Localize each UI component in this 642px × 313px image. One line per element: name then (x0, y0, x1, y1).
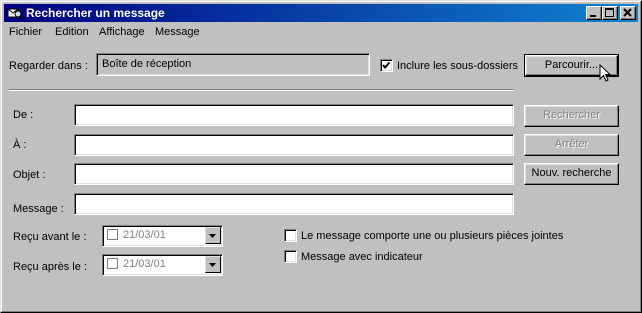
maximize-button[interactable] (602, 6, 618, 20)
new-search-button-label: Nouv. recherche (531, 167, 612, 179)
look-in-field: Boîte de réception (96, 53, 370, 76)
find-message-window: Rechercher un message Fichier Edition Af… (0, 0, 642, 313)
received-before-dropdown-button[interactable] (205, 227, 221, 244)
to-input[interactable] (74, 134, 514, 156)
search-button-label: Rechercher (543, 109, 600, 121)
new-search-button[interactable]: Nouv. recherche (524, 163, 619, 185)
include-subfolders-label[interactable]: Inclure les sous-dossiers (397, 60, 518, 72)
window-title: Rechercher un message (26, 6, 165, 20)
received-before-date-picker[interactable]: 21/03/01 (102, 225, 223, 247)
received-before-label: Reçu avant le : (13, 231, 87, 243)
subject-label: Objet : (13, 169, 46, 181)
received-after-label: Reçu après le : (13, 261, 87, 273)
flagged-checkbox[interactable] (284, 250, 297, 263)
minimize-icon (590, 15, 596, 17)
stop-button-label: Arrêter (554, 138, 589, 150)
include-subfolders-checkbox[interactable] (380, 59, 393, 72)
window-frame (1, 1, 641, 312)
look-in-label: Regarder dans : (9, 60, 88, 72)
from-input[interactable] (74, 104, 514, 126)
search-button[interactable]: Rechercher (524, 105, 619, 127)
maximize-icon (605, 8, 614, 17)
menu-message[interactable]: Message (155, 26, 200, 38)
checkmark-icon (382, 61, 391, 70)
received-after-value: 21/03/01 (123, 258, 166, 270)
menu-bar: Fichier Edition Affichage Message (4, 23, 638, 41)
title-bar[interactable]: Rechercher un message (4, 4, 638, 22)
received-after-checkbox[interactable] (107, 258, 118, 269)
menu-affichage[interactable]: Affichage (99, 26, 145, 38)
received-after-date-picker[interactable]: 21/03/01 (102, 254, 223, 276)
chevron-down-icon (209, 234, 216, 238)
attachments-checkbox[interactable] (284, 229, 297, 242)
received-before-checkbox[interactable] (107, 229, 118, 240)
separator (9, 89, 514, 91)
browse-button-label: Parcourir... (544, 59, 599, 71)
attachments-label[interactable]: Le message comporte une ou plusieurs piè… (301, 230, 563, 242)
chevron-down-icon (209, 263, 216, 267)
message-label: Message : (13, 203, 64, 215)
close-button[interactable] (620, 6, 636, 20)
subject-input[interactable] (74, 163, 514, 185)
flagged-label[interactable]: Message avec indicateur (301, 251, 423, 263)
mouse-cursor-icon (599, 64, 612, 82)
minimize-button[interactable] (586, 6, 602, 20)
close-icon (623, 8, 632, 17)
received-after-dropdown-button[interactable] (205, 256, 221, 273)
menu-edition[interactable]: Edition (55, 26, 89, 38)
received-before-value: 21/03/01 (123, 229, 166, 241)
stop-button[interactable]: Arrêter (524, 134, 619, 156)
message-input[interactable] (74, 193, 514, 215)
look-in-value: Boîte de réception (102, 58, 192, 70)
from-label: De : (13, 109, 34, 121)
menu-fichier[interactable]: Fichier (9, 26, 42, 38)
to-label: À : (13, 139, 27, 151)
find-message-icon (7, 5, 23, 21)
